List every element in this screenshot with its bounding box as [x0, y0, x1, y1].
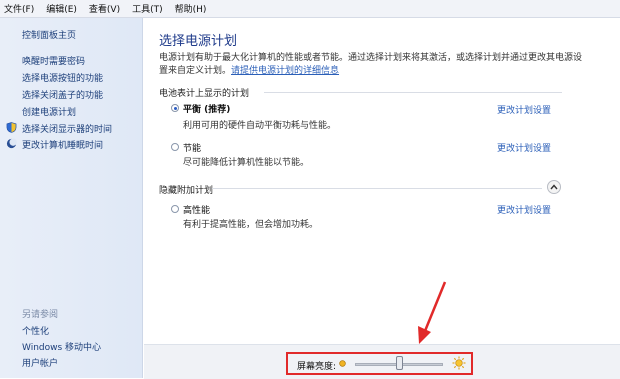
control-panel-home-link[interactable]: 控制面板主页: [22, 28, 76, 41]
brightness-slider-thumb[interactable]: [395, 356, 403, 370]
see-also-mobility-center[interactable]: Windows 移动中心: [22, 340, 101, 353]
sun-dim-icon: [339, 360, 346, 367]
plan-power-saver-radio[interactable]: [171, 143, 179, 151]
plan-power-saver-description: 尽可能降低计算机性能以节能。: [183, 158, 310, 168]
sidebar-item-require-password[interactable]: 唤醒时需要密码: [22, 54, 85, 67]
menu-file[interactable]: 文件(F): [4, 2, 34, 15]
battery-plans-heading: 电池表计上显示的计划: [159, 89, 250, 99]
chevron-up-icon: [550, 184, 558, 190]
main-content: 选择电源计划 电源计划有助于最大化计算机的性能或者节能。通过选择计划来将其激活，…: [144, 18, 620, 379]
section-divider: [212, 188, 542, 189]
menu-tools[interactable]: 工具(T): [132, 2, 163, 15]
plan-high-performance-description: 有利于提高性能，但会增加功耗。: [183, 220, 319, 230]
menu-bar: 文件(F) 编辑(E) 查看(V) 工具(T) 帮助(H): [0, 0, 620, 18]
section-divider: [264, 92, 562, 93]
hidden-plans-heading: 隐藏附加计划: [159, 186, 214, 196]
plan-balanced-settings-link[interactable]: 更改计划设置: [497, 103, 551, 116]
see-also-user-accounts[interactable]: 用户帐户: [22, 356, 58, 369]
menu-help[interactable]: 帮助(H): [175, 2, 207, 15]
moon-icon: [6, 138, 17, 149]
menu-edit[interactable]: 编辑(E): [46, 2, 77, 15]
brightness-highlight-box: 屏幕亮度:: [286, 352, 473, 375]
plan-power-saver-name[interactable]: 节能: [183, 141, 201, 154]
plan-balanced-description: 利用可用的硬件自动平衡功耗与性能。: [183, 121, 337, 131]
plan-high-performance-settings-link[interactable]: 更改计划设置: [497, 203, 551, 216]
shield-icon: [6, 122, 17, 133]
plan-details-link[interactable]: 请提供电源计划的详细信息: [231, 66, 339, 76]
left-navigation-pane: 控制面板主页 唤醒时需要密码 选择电源按钮的功能 选择关闭盖子的功能 创建电源计…: [0, 18, 143, 378]
collapse-hidden-plans-button[interactable]: [547, 180, 561, 194]
sidebar-item-display-off-time[interactable]: 选择关闭显示器的时间: [22, 122, 112, 135]
brightness-label: 屏幕亮度:: [297, 362, 337, 372]
sidebar-item-create-plan[interactable]: 创建电源计划: [22, 105, 76, 118]
plan-balanced-radio[interactable]: [171, 104, 179, 112]
see-also-personalization[interactable]: 个性化: [22, 324, 49, 337]
plan-high-performance-name[interactable]: 高性能: [183, 203, 210, 216]
sidebar-item-power-button[interactable]: 选择电源按钮的功能: [22, 71, 103, 84]
sun-bright-icon: [452, 356, 466, 370]
brightness-bar: 屏幕亮度:: [144, 344, 620, 379]
page-title: 选择电源计划: [159, 34, 238, 49]
page-description: 电源计划有助于最大化计算机的性能或者节能。通过选择计划来将其激活，或选择计划并通…: [159, 52, 589, 78]
sidebar-item-sleep-time[interactable]: 更改计算机睡眠时间: [22, 138, 103, 151]
see-also-title: 另请参阅: [22, 310, 59, 320]
description-text: 电源计划有助于最大化计算机的性能或者节能。通过选择计划来将其激活，或选择计划并通…: [159, 53, 583, 76]
plan-high-performance-radio[interactable]: [171, 205, 179, 213]
sidebar-item-lid-close[interactable]: 选择关闭盖子的功能: [22, 88, 103, 101]
plan-balanced-name[interactable]: 平衡 (推荐): [183, 102, 230, 115]
plan-power-saver-settings-link[interactable]: 更改计划设置: [497, 141, 551, 154]
menu-view[interactable]: 查看(V): [89, 2, 120, 15]
